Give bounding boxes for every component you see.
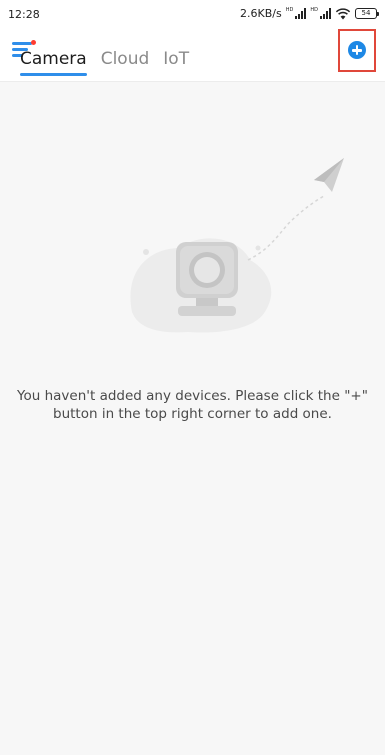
add-device-button[interactable] bbox=[348, 41, 366, 59]
status-bar: 12:28 2.6KB/s HD HD 54 bbox=[0, 0, 385, 30]
device-list-screen: 12:28 2.6KB/s HD HD 54 Camera Cloud IoT … bbox=[0, 0, 385, 755]
status-indicators: 2.6KB/s HD HD 54 bbox=[240, 7, 379, 20]
device-tabs: Camera Cloud IoT bbox=[20, 48, 203, 78]
tab-cloud-label: Cloud bbox=[100, 49, 150, 69]
network-speed: 2.6KB/s bbox=[240, 7, 282, 20]
battery-level: 54 bbox=[361, 9, 371, 17]
tab-iot-label: IoT bbox=[163, 49, 190, 69]
wifi-icon bbox=[335, 7, 351, 19]
signal-hd-label: HD bbox=[285, 7, 294, 13]
tab-camera-label: Camera bbox=[20, 49, 87, 69]
device-list-area: You haven't added any devices. Please cl… bbox=[0, 82, 385, 755]
tab-cloud[interactable]: Cloud bbox=[101, 48, 150, 78]
empty-state-message: You haven't added any devices. Please cl… bbox=[17, 388, 368, 422]
active-tab-indicator bbox=[20, 73, 87, 76]
signal-hd-label-2: HD bbox=[310, 7, 318, 13]
camera-with-paper-plane-icon bbox=[130, 158, 344, 333]
cell-signal-1-icon: HD bbox=[286, 8, 307, 19]
status-time: 12:28 bbox=[8, 8, 40, 21]
tab-iot[interactable]: IoT bbox=[163, 48, 189, 78]
cell-signal-2-icon: HD bbox=[310, 8, 331, 19]
tab-camera[interactable]: Camera bbox=[20, 48, 87, 78]
add-device-highlight bbox=[338, 29, 376, 72]
battery-icon: 54 bbox=[355, 8, 379, 19]
